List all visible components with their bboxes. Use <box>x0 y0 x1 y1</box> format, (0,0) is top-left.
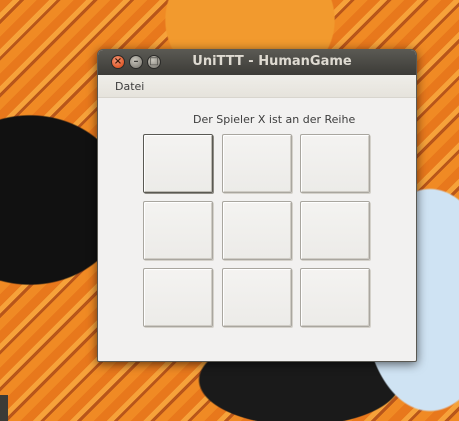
board-cell-8[interactable] <box>222 268 292 327</box>
title-bar[interactable]: × – □ UniTTT - HumanGame <box>98 50 416 75</box>
board-cell-5[interactable] <box>222 201 292 260</box>
board-cell-6[interactable] <box>300 201 370 260</box>
menu-datei[interactable]: Datei <box>115 80 144 93</box>
game-board <box>143 134 373 330</box>
window-title: UniTTT - HumanGame <box>192 54 352 69</box>
board-cell-2[interactable] <box>222 134 292 193</box>
board-cell-1[interactable] <box>143 134 213 193</box>
taskbar-edge <box>0 395 8 421</box>
status-text: Der Spieler X ist an der Reihe <box>193 113 356 126</box>
board-cell-7[interactable] <box>143 268 213 327</box>
board-cell-9[interactable] <box>300 268 370 327</box>
app-window: × – □ UniTTT - HumanGame Datei Der Spiel… <box>97 49 417 362</box>
menu-bar: Datei <box>98 75 416 98</box>
board-cell-3[interactable] <box>300 134 370 193</box>
board-cell-4[interactable] <box>143 201 213 260</box>
